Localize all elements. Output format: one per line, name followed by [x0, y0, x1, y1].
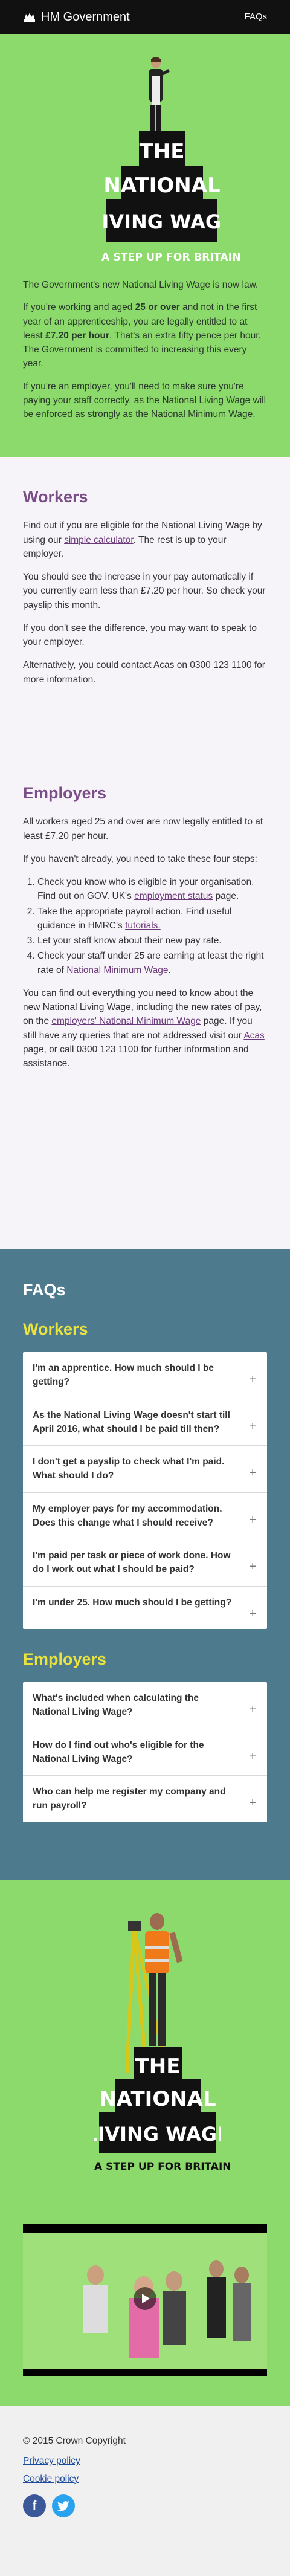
faq-item[interactable]: Who can help me register my company and …	[23, 1776, 267, 1822]
workers-heading: Workers	[23, 488, 88, 506]
faq-item[interactable]: My employer pays for my accommodation. D…	[23, 1493, 267, 1539]
national-living-wage-logo-large: THE NATIONAL LIVING WAGE A STEP UP FOR B…	[94, 1904, 231, 2173]
faq-workers-list: I'm an apprentice. How much should I be …	[23, 1352, 267, 1629]
acas-link[interactable]: Acas	[243, 1031, 264, 1041]
simple-calculator-link[interactable]: simple calculator	[64, 535, 134, 545]
employers-steps-intro: If you haven't already, you need to take…	[23, 853, 257, 864]
brand[interactable]: HM Government	[23, 8, 130, 26]
employer-steps-list: Check you know who is eligible in your o…	[23, 875, 267, 977]
employers-nmw-link[interactable]: employers' National Minimum Wage	[51, 1016, 201, 1026]
promo-video-player[interactable]	[23, 2224, 267, 2376]
logo-line-the: THE	[140, 140, 185, 164]
expand-plus-icon: +	[249, 1466, 256, 1480]
logo-tagline: A STEP UP FOR BRITAIN	[102, 251, 241, 264]
expand-plus-icon: +	[249, 1703, 256, 1716]
twitter-bird-glyph	[57, 2500, 69, 2511]
faq-item[interactable]: I'm under 25. How much should I be getti…	[23, 1587, 267, 1629]
workers-calculator-text: Find out if you are eligible for the Nat…	[23, 520, 262, 559]
site-footer: © 2015 Crown Copyright Privacy policy Co…	[0, 2406, 290, 2576]
faq-item[interactable]: I'm paid per task or piece of work done.…	[23, 1539, 267, 1587]
social-links: f	[23, 2494, 267, 2517]
national-living-wage-logo: THE NATIONAL LIVING WAGE A STEP UP FOR B…	[102, 52, 241, 270]
workers-acas-text: Alternatively, you could contact Acas on…	[23, 660, 265, 685]
site-header: HM Government FAQs	[0, 0, 290, 34]
hero-eligibility-text: If you're working and aged 25 or over an…	[23, 302, 261, 369]
expand-plus-icon: +	[249, 1749, 256, 1763]
faq-employers-list: What's included when calculating the Nat…	[23, 1682, 267, 1822]
logo-tagline-large: A STEP UP FOR BRITAIN	[94, 2161, 231, 2173]
logo-line-national: NATIONAL	[99, 2087, 216, 2111]
faq-item[interactable]: As the National Living Wage doesn't star…	[23, 1399, 267, 1446]
national-minimum-wage-link[interactable]: National Minimum Wage	[66, 965, 168, 976]
cookie-policy-link[interactable]: Cookie policy	[23, 2472, 267, 2486]
faq-item[interactable]: I'm an apprentice. How much should I be …	[23, 1352, 267, 1399]
employer-step-1: Check you know who is eligible in your o…	[37, 875, 267, 904]
employer-step-3: Let your staff know about their new pay …	[37, 934, 267, 948]
faq-item[interactable]: I don't get a payslip to check what I'm …	[23, 1446, 267, 1493]
hero-employer-text: If you're an employer, you'll need to ma…	[23, 381, 266, 420]
expand-plus-icon: +	[249, 1419, 256, 1433]
facebook-icon[interactable]: f	[23, 2494, 46, 2517]
logo-steps-graphic: THE NATIONAL LIVING WAGE	[102, 131, 222, 242]
crown-crest-icon	[24, 13, 35, 22]
logo-steps-graphic-large: THE NATIONAL LIVING WAGE	[94, 2047, 221, 2153]
bottom-promo-section: THE NATIONAL LIVING WAGE A STEP UP FOR B…	[0, 1880, 290, 2406]
employer-step-2: Take the appropriate payroll action. Fin…	[37, 905, 267, 933]
expand-plus-icon: +	[249, 1373, 256, 1386]
faq-section: FAQs Workers I'm an apprentice. How much…	[0, 1249, 290, 1880]
expand-plus-icon: +	[249, 1560, 256, 1573]
brand-name: HM Government	[41, 10, 130, 24]
employers-heading: Employers	[23, 784, 107, 802]
employment-status-link[interactable]: employment status	[134, 891, 213, 901]
logo-line-living-wage: LIVING WAGE	[102, 210, 222, 233]
expand-plus-icon: +	[249, 1796, 256, 1810]
tutorials-link[interactable]: tutorials.	[125, 921, 161, 931]
play-icon[interactable]	[134, 2287, 156, 2310]
workers-payslip-text: You should see the increase in your pay …	[23, 572, 266, 610]
faq-workers-heading: Workers	[23, 1319, 88, 1338]
employer-step-4: Check your staff under 25 are earning at…	[37, 949, 267, 977]
privacy-policy-link[interactable]: Privacy policy	[23, 2454, 267, 2468]
faq-item[interactable]: What's included when calculating the Nat…	[23, 1682, 267, 1729]
expand-plus-icon: +	[249, 1513, 256, 1527]
workers-speak-employer-text: If you don't see the difference, you may…	[23, 623, 257, 648]
faq-employers-heading: Employers	[23, 1649, 107, 1668]
copyright-text: © 2015 Crown Copyright	[23, 2436, 126, 2446]
hero-section: THE NATIONAL LIVING WAGE A STEP UP FOR B…	[0, 34, 290, 457]
logo-line-the: THE	[135, 2054, 181, 2079]
faq-item[interactable]: How do I find out who's eligible for the…	[23, 1729, 267, 1776]
workers-section: Workers Find out if you are eligible for…	[0, 457, 290, 783]
logo-line-national: NATIONAL	[103, 173, 220, 198]
faq-heading: FAQs	[23, 1281, 66, 1299]
employers-entitlement-text: All workers aged 25 and over are now leg…	[23, 817, 263, 841]
hero-intro: The Government's new National Living Wag…	[23, 280, 259, 290]
employers-more-info-text: You can find out everything you need to …	[23, 988, 265, 1069]
employers-section: Employers All workers aged 25 and over a…	[0, 783, 290, 1249]
twitter-icon[interactable]	[52, 2494, 75, 2517]
expand-plus-icon: +	[249, 1607, 256, 1620]
logo-line-living-wage: LIVING WAGE	[94, 2123, 221, 2146]
faqs-nav-link[interactable]: FAQs	[244, 10, 267, 24]
